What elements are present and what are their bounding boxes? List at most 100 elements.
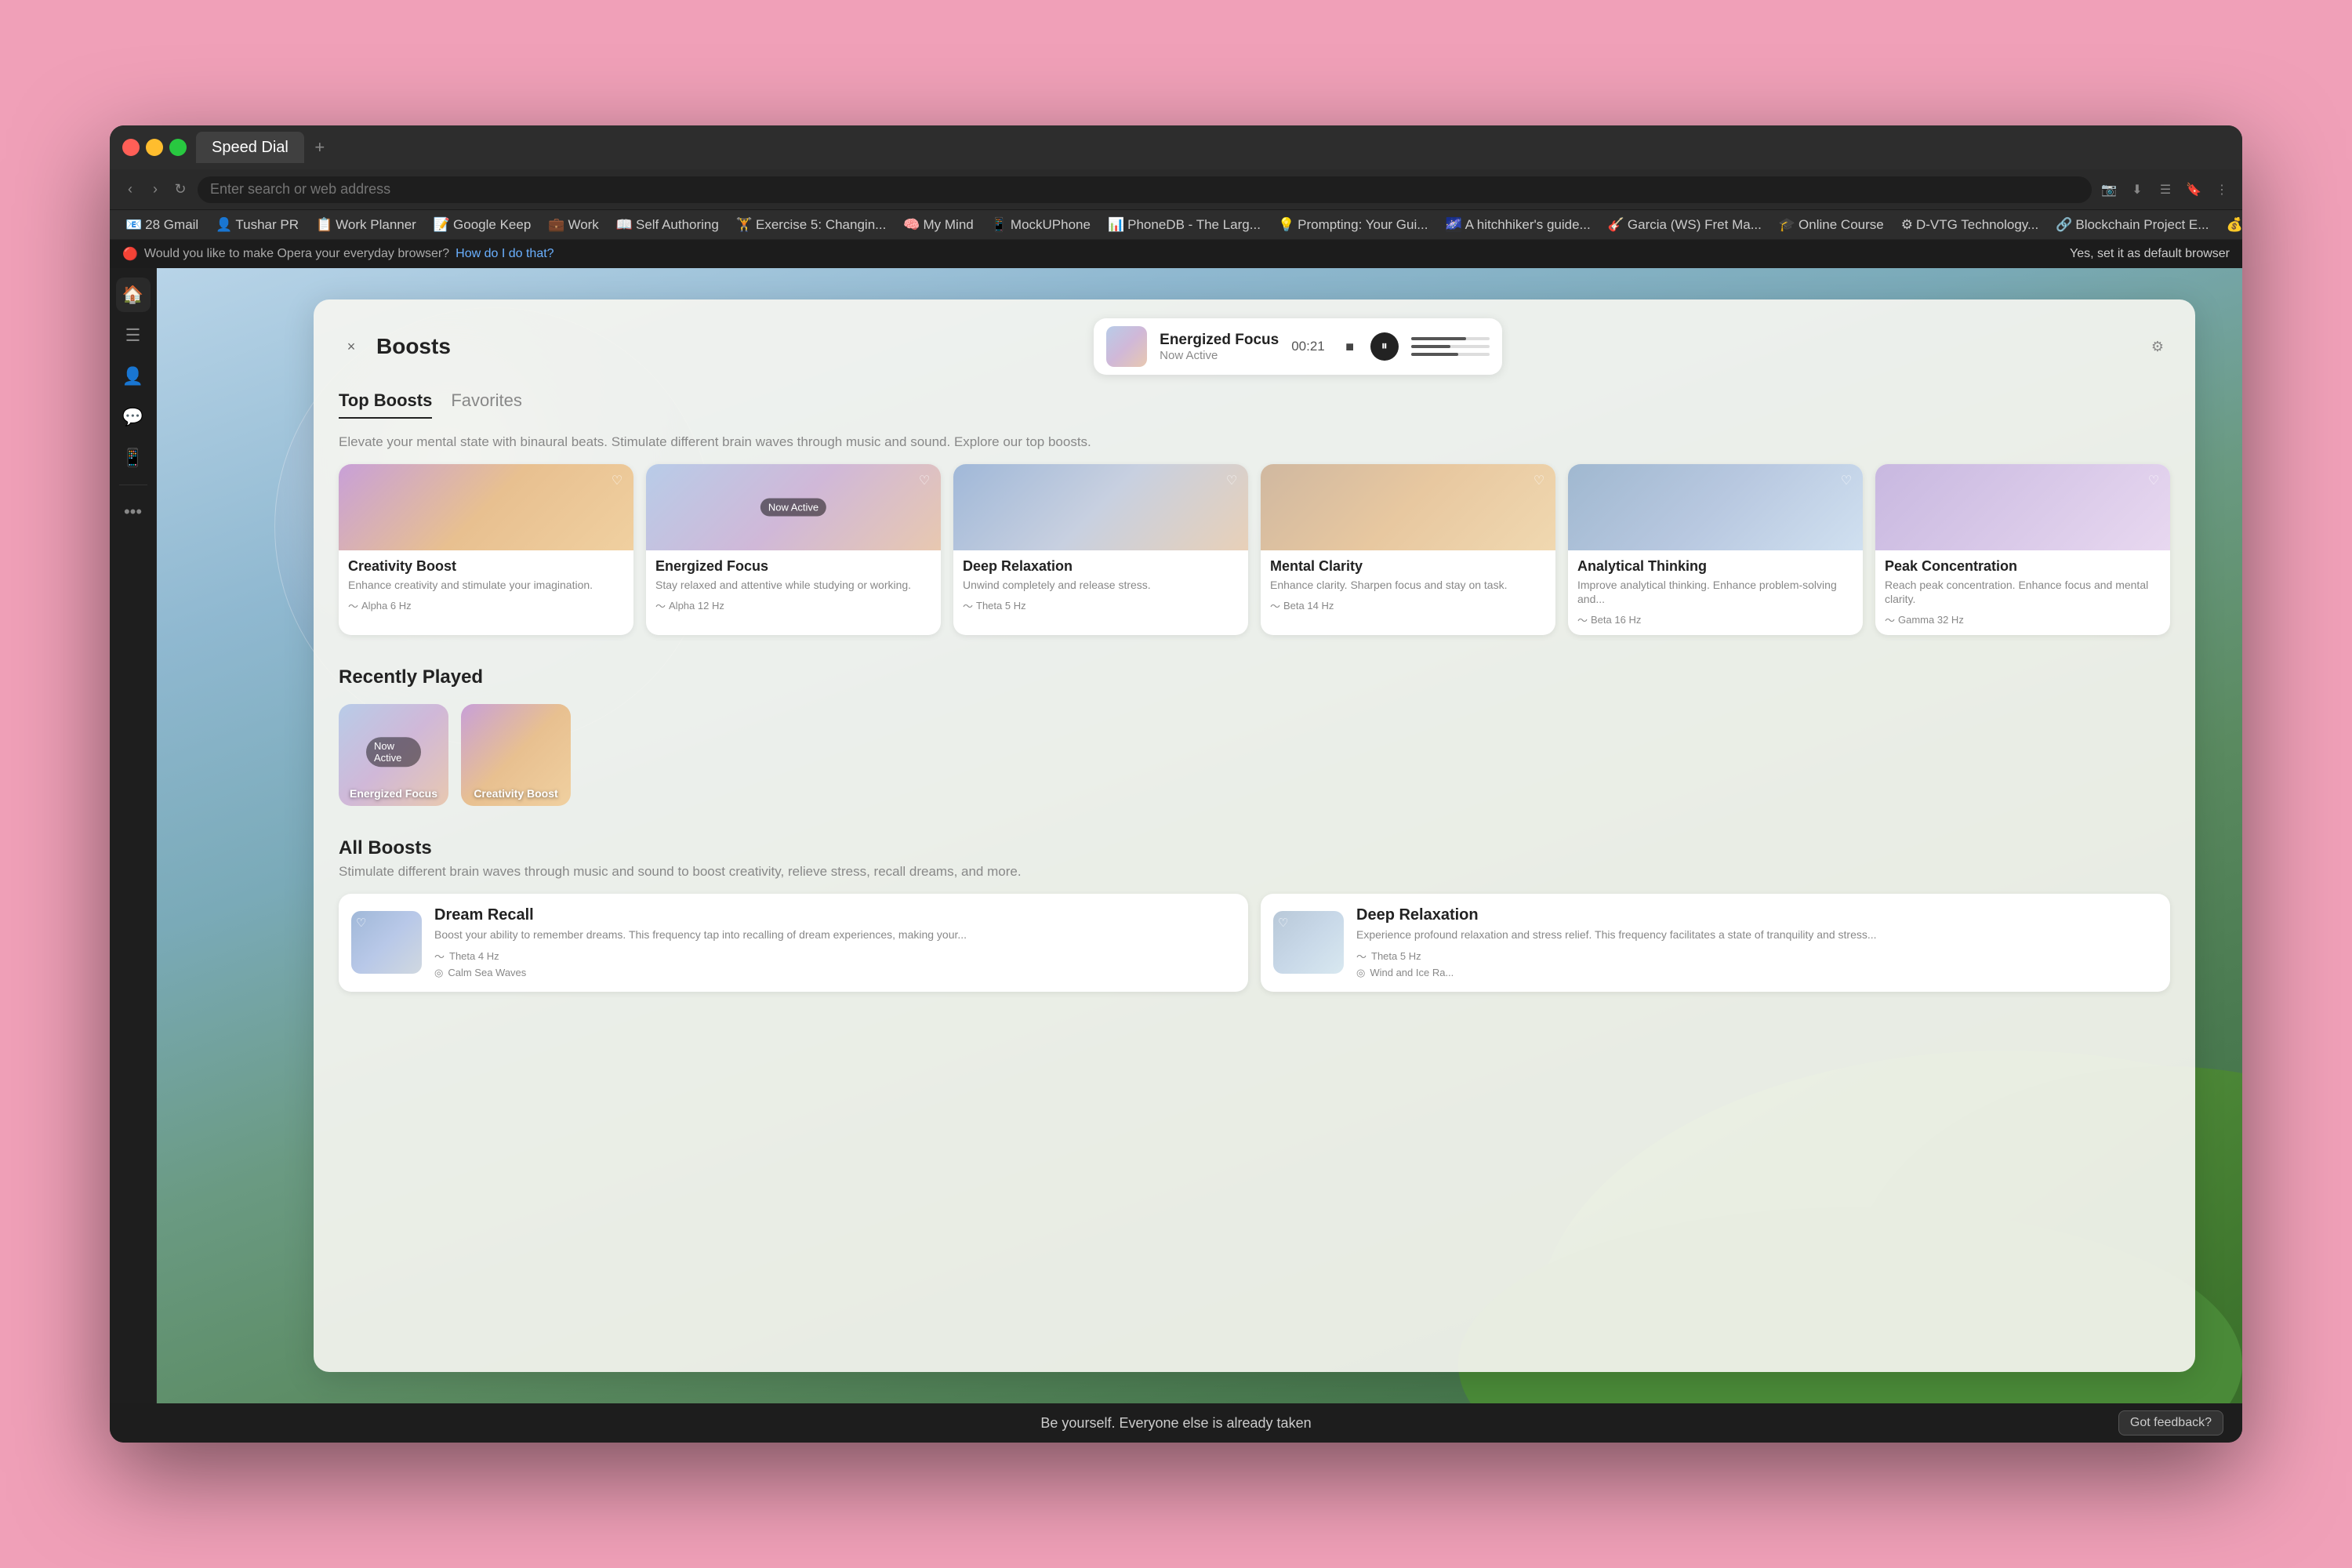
close-window-button[interactable] — [122, 139, 140, 156]
mental-fav-icon[interactable]: ♡ — [1529, 470, 1549, 491]
peak-fav-icon[interactable]: ♡ — [2143, 470, 2164, 491]
recent-energized-label: Energized Focus — [345, 787, 442, 800]
forward-button[interactable]: › — [144, 179, 166, 201]
reload-button[interactable]: ↻ — [169, 179, 191, 201]
now-active-badge: Now Active — [760, 499, 826, 517]
wave-icon-6: 〜 — [1885, 612, 1895, 627]
boost-card-body-energized: Energized Focus Stay relaxed and attenti… — [646, 550, 941, 621]
tab-favorites[interactable]: Favorites — [451, 390, 521, 419]
bookmark-exercise[interactable]: 🏋 Exercise 5: Changin... — [730, 214, 892, 236]
creativity-fav-icon[interactable]: ♡ — [607, 470, 627, 491]
browser-chrome: Speed Dial + ‹ › ↻ 📷 ⬇ ☰ 🔖 ⋮ — [110, 125, 2242, 268]
dream-recall-desc: Boost your ability to remember dreams. T… — [434, 927, 1236, 942]
boost-card-analytical[interactable]: ♡ Analytical Thinking Improve analytical… — [1568, 464, 1863, 635]
dream-recall-fav[interactable]: ♡ — [356, 916, 366, 930]
bottom-bar: Be yourself. Everyone else is already ta… — [110, 1403, 2242, 1443]
sidebar-feeds-icon[interactable]: ☰ — [116, 318, 151, 353]
address-bar-row: ‹ › ↻ 📷 ⬇ ☰ 🔖 ⋮ — [110, 169, 2242, 210]
bookmark-crypto[interactable]: 💰 Top 20 Cryptocurren... — [2220, 214, 2242, 236]
dream-recall-title: Dream Recall — [434, 906, 1236, 924]
bookmarks-icon[interactable]: 🔖 — [2183, 179, 2205, 201]
bookmark-mymind[interactable]: 🧠 My Mind — [897, 214, 979, 236]
new-tab-button[interactable]: + — [307, 135, 332, 160]
default-browser-action[interactable]: Yes, set it as default browser — [2070, 247, 2230, 261]
download-icon[interactable]: ⬇ — [2126, 179, 2148, 201]
mental-desc: Enhance clarity. Sharpen focus and stay … — [1270, 578, 1546, 592]
energized-fav-icon[interactable]: ♡ — [914, 470, 935, 491]
peak-desc: Reach peak concentration. Enhance focus … — [1885, 578, 2161, 606]
bookmark-mockuphone[interactable]: 📱 MockUPhone — [985, 214, 1097, 236]
wave-icon-drel: 〜 — [1356, 949, 1367, 964]
bookmark-blockchain[interactable]: 🔗 Blockchain Project E... — [2049, 214, 2215, 236]
sidebar-home-icon[interactable]: 🏠 — [116, 278, 151, 312]
menu-icon[interactable]: ⋮ — [2211, 179, 2233, 201]
now-playing-bar: Energized Focus Now Active 00:21 ■ ⏸ — [1094, 318, 1502, 375]
volume-fill — [1411, 337, 1466, 340]
bookmark-workplanner[interactable]: 📋 Work Planner — [310, 214, 423, 236]
all-boosts-desc: Stimulate different brain waves through … — [339, 864, 2170, 880]
bookmark-prompting[interactable]: 💡 Prompting: Your Gui... — [1272, 214, 1435, 236]
bookmark-googlekeep[interactable]: 📝 Google Keep — [427, 214, 537, 236]
feedback-button[interactable]: Got feedback? — [2118, 1410, 2223, 1436]
title-bar: Speed Dial + — [110, 125, 2242, 169]
relaxation-thumb-image — [953, 464, 1248, 550]
panel-settings-button[interactable]: ⚙ — [2145, 334, 2170, 359]
bookmark-hitchhiker[interactable]: 🌌 A hitchhiker's guide... — [1439, 214, 1596, 236]
bookmark-garcia[interactable]: 🎸 Garcia (WS) Fret Ma... — [1602, 214, 1768, 236]
boost-card-relaxation[interactable]: ♡ Deep Relaxation Unwind completely and … — [953, 464, 1248, 635]
boost-card-mental[interactable]: ♡ Mental Clarity Enhance clarity. Sharpe… — [1261, 464, 1555, 635]
boost-card-peak[interactable]: ♡ Peak Concentration Reach peak concentr… — [1875, 464, 2170, 635]
bookmark-gmail[interactable]: 📧 28 Gmail — [119, 214, 205, 236]
analytical-desc: Improve analytical thinking. Enhance pro… — [1577, 578, 1853, 606]
wave-icon-dr: 〜 — [434, 949, 445, 964]
play-pause-button[interactable]: ⏸ — [1370, 332, 1399, 361]
tab-top-boosts[interactable]: Top Boosts — [339, 390, 432, 419]
recent-card-energized[interactable]: Now Active Energized Focus — [339, 704, 448, 806]
deep-relaxation-fav[interactable]: ♡ — [1278, 916, 1288, 930]
peak-thumb-image — [1875, 464, 2170, 550]
eq-slider-2[interactable] — [1411, 353, 1490, 356]
bookmark-onlinecourse[interactable]: 🎓 Online Course — [1773, 214, 1890, 236]
relaxation-freq: 〜 Theta 5 Hz — [963, 598, 1239, 613]
recently-played-title: Recently Played — [339, 666, 2170, 688]
bookmark-tushar[interactable]: 👤 Tushar PR — [209, 214, 305, 236]
camera-icon[interactable]: 📷 — [2098, 179, 2120, 201]
bottom-quote: Be yourself. Everyone else is already ta… — [1040, 1415, 1311, 1432]
panel-header: × Boosts Energized Focus Now Active — [314, 299, 2195, 375]
volume-slider[interactable] — [1411, 337, 1490, 340]
browser-window: Speed Dial + ‹ › ↻ 📷 ⬇ ☰ 🔖 ⋮ — [110, 125, 2242, 1443]
browser-tab-speed-dial[interactable]: Speed Dial — [196, 132, 304, 163]
all-boost-dream-recall[interactable]: ♡ Dream Recall Boost your ability to rem… — [339, 894, 1248, 991]
main-content: 🏠 ☰ 👤 💬 📱 ••• — [110, 268, 2242, 1403]
boost-card-energized[interactable]: ♡ Now Active Energized Focus Stay relaxe… — [646, 464, 941, 635]
bookmark-work[interactable]: 💼 Work — [542, 214, 605, 236]
creativity-desc: Enhance creativity and stimulate your im… — [348, 578, 624, 592]
all-boost-deep-relaxation[interactable]: ♡ Deep Relaxation Experience profound re… — [1261, 894, 2170, 991]
analytical-fav-icon[interactable]: ♡ — [1836, 470, 1857, 491]
address-input[interactable] — [198, 176, 2092, 203]
relaxation-fav-icon[interactable]: ♡ — [1221, 470, 1242, 491]
boost-card-creativity[interactable]: ♡ Creativity Boost Enhance creativity an… — [339, 464, 633, 635]
sidebar-messenger-icon[interactable]: 💬 — [116, 400, 151, 434]
info-link[interactable]: How do I do that? — [456, 247, 554, 261]
deep-relaxation-sound: ◎ Wind and Ice Ra... — [1356, 967, 2158, 979]
now-playing-status: Now Active — [1160, 349, 1279, 362]
sidebar-profile-icon[interactable]: 👤 — [116, 359, 151, 394]
bookmark-selfauthoring[interactable]: 📖 Self Authoring — [610, 214, 725, 236]
close-panel-button[interactable]: × — [339, 334, 364, 359]
recent-card-creativity[interactable]: Creativity Boost — [461, 704, 571, 806]
analytical-title: Analytical Thinking — [1577, 558, 1853, 575]
back-button[interactable]: ‹ — [119, 179, 141, 201]
top-boosts-section: Elevate your mental state with binaural … — [314, 419, 2195, 651]
stop-button[interactable]: ■ — [1338, 334, 1363, 359]
sidebar: 🏠 ☰ 👤 💬 📱 ••• — [110, 268, 157, 1403]
sidebar-more-icon[interactable]: ••• — [116, 495, 151, 529]
bookmark-phonedb[interactable]: 📊 PhoneDB - The Larg... — [1102, 214, 1267, 236]
sidebar-mobile-icon[interactable]: 📱 — [116, 441, 151, 475]
minimize-window-button[interactable] — [146, 139, 163, 156]
all-boosts-section: All Boosts Stimulate different brain wav… — [314, 822, 2195, 1007]
bookmark-dvtg[interactable]: ⚙ D-VTG Technology... — [1895, 214, 2045, 236]
maximize-window-button[interactable] — [169, 139, 187, 156]
eq-slider-1[interactable] — [1411, 345, 1490, 348]
tabs-icon[interactable]: ☰ — [2154, 179, 2176, 201]
